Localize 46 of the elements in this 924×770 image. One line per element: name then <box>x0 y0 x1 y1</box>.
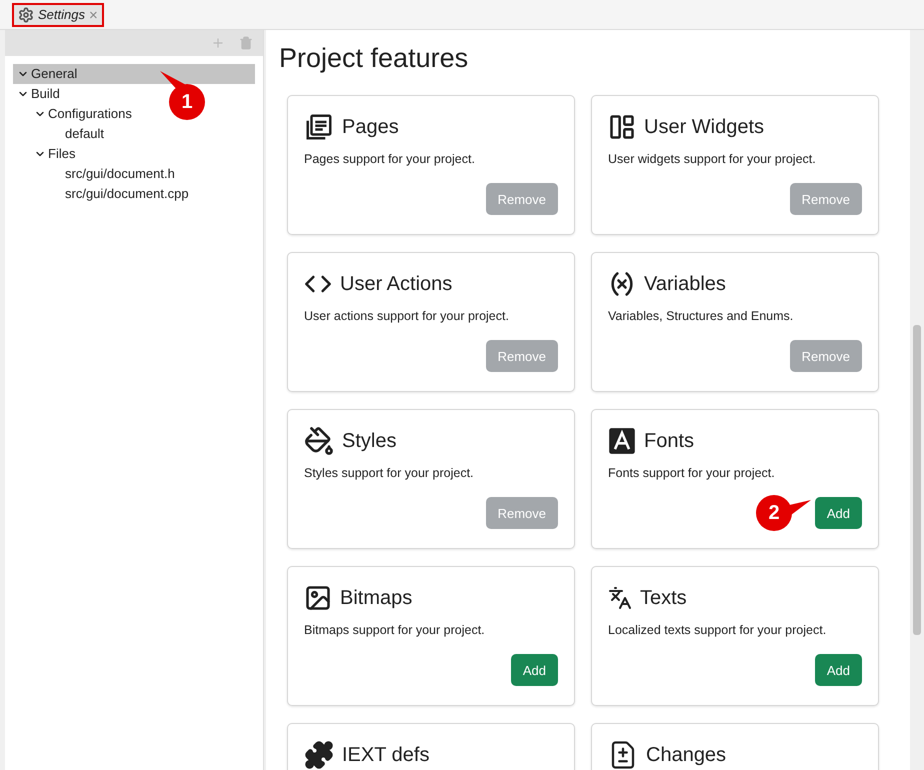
feature-description: Bitmaps support for your project. <box>304 622 486 639</box>
remove-button[interactable]: Remove <box>486 497 558 530</box>
feature-title: Variables <box>644 272 726 296</box>
feature-description: Localized texts support for your project. <box>608 622 828 639</box>
add-button[interactable]: Add <box>814 654 862 686</box>
settings-tab[interactable]: Settings × <box>12 3 104 27</box>
page-heading: Project features <box>279 42 470 75</box>
feature-description: User actions support for your project. <box>304 308 510 325</box>
feature-description: Pages support for your project. <box>304 150 476 168</box>
remove-button[interactable]: Remove <box>790 340 862 372</box>
tree-item[interactable]: Configurations <box>13 104 136 124</box>
paint-bucket-icon <box>304 426 334 456</box>
layout-icon <box>608 112 636 140</box>
feature-description: Variables, Structures and Enums. <box>608 308 794 324</box>
feature-title: User Actions <box>340 272 452 296</box>
image-icon <box>304 584 332 612</box>
font-icon <box>608 426 636 454</box>
feature-description: Styles support for your project. <box>304 464 475 482</box>
tree-item[interactable]: src/gui/document.cpp <box>13 184 193 204</box>
feature-title: Changes <box>646 742 726 768</box>
tab-title: Settings <box>38 6 85 24</box>
remove-button[interactable]: Remove <box>486 183 558 216</box>
puzzle-icon <box>304 740 334 770</box>
feature-description: User widgets support for your project. <box>608 150 817 168</box>
remove-button[interactable]: Remove <box>486 340 558 372</box>
tree-item[interactable]: General <box>13 64 255 84</box>
scrollbar[interactable] <box>910 30 924 770</box>
feature-title: IEXT defs <box>342 742 430 768</box>
settings-icon <box>18 7 34 23</box>
add-button[interactable]: Add <box>510 654 558 686</box>
feature-title: Bitmaps <box>340 586 412 610</box>
feature-description: Fonts support for your project. <box>608 464 776 482</box>
tree-item[interactable]: Files <box>13 144 80 164</box>
add-button[interactable]: Add <box>814 497 862 530</box>
remove-button[interactable]: Remove <box>790 183 862 216</box>
feature-title: Pages <box>342 114 399 140</box>
tree-item[interactable]: Build <box>13 84 64 104</box>
close-button[interactable]: × <box>88 8 98 22</box>
pages-icon <box>304 112 334 142</box>
feature-title: Fonts <box>644 428 694 454</box>
tree-item[interactable]: default <box>13 124 108 144</box>
feature-title: Texts <box>640 586 687 610</box>
translate-icon <box>608 586 632 610</box>
tree-item[interactable]: src/gui/document.h <box>13 164 179 184</box>
feature-title: User Widgets <box>644 114 764 140</box>
feature-title: Styles <box>342 428 396 454</box>
